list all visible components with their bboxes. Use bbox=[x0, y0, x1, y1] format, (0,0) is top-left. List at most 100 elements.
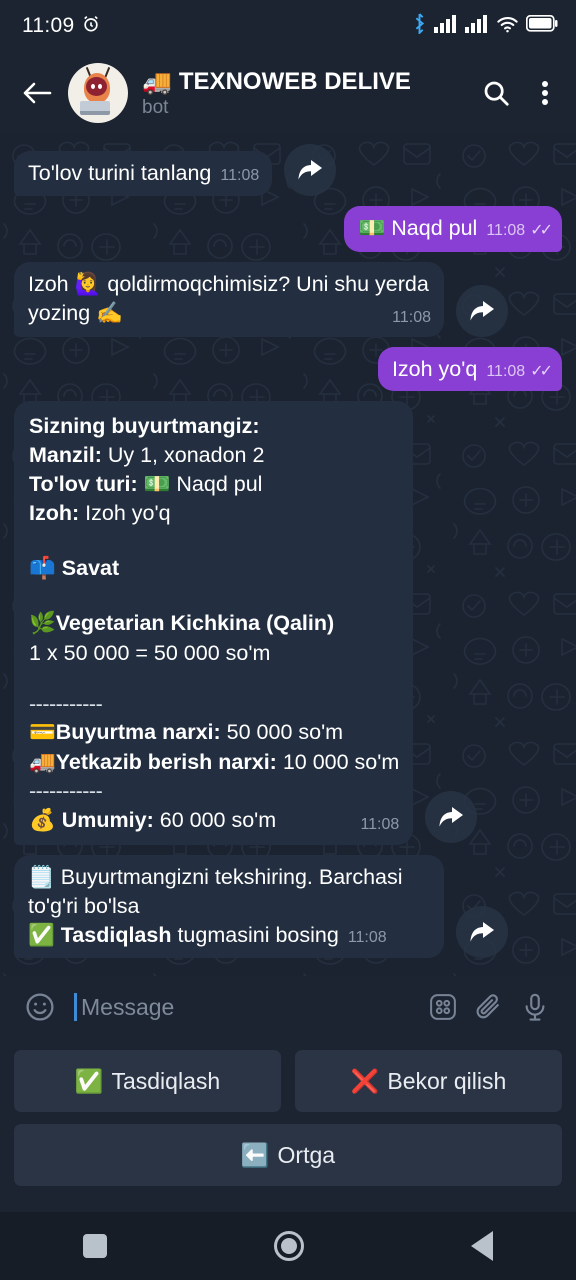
message-meta: 11:08 bbox=[360, 814, 399, 835]
message-bubble-outgoing[interactable]: 💵 Naqd pul 11:08 ✓✓ bbox=[344, 206, 562, 252]
reply-keyboard: ✅ Tasdiqlash ❌ Bekor qilish ⬅️ Ortga bbox=[0, 1038, 576, 1212]
order-total-line: 💰 Umumiy: 60 000 so'm 11:08 bbox=[29, 806, 399, 836]
item-name: Vegetarian Kichkina (Qalin) bbox=[55, 611, 335, 636]
reply-keyboard-row: ✅ Tasdiqlash ❌ Bekor qilish bbox=[14, 1050, 562, 1112]
search-button[interactable] bbox=[476, 73, 516, 113]
message-time: 11:08 bbox=[392, 309, 431, 327]
message-input-placeholder: Message bbox=[81, 993, 175, 1020]
delivery-price-line: 🚚Yetkazib berish narxi: 10 000 so'm bbox=[29, 748, 399, 778]
delivery-price-label: Yetkazib berish narxi: bbox=[55, 749, 277, 774]
message-text: To'lov turini tanlang bbox=[28, 161, 212, 186]
chat-header: 🚚 TEXNOWEB DELIVE bot bbox=[0, 52, 576, 134]
notepad-icon: 🗒️ bbox=[28, 864, 55, 890]
cross-mark-icon: ❌ bbox=[350, 1068, 380, 1095]
battery-icon bbox=[525, 14, 558, 37]
back-triangle-icon[interactable] bbox=[470, 1231, 493, 1261]
status-bar-left: 11:09 bbox=[22, 14, 101, 39]
message-time: 11:08 bbox=[360, 815, 400, 833]
message-text: Naqd pul bbox=[391, 216, 478, 240]
back-button[interactable] bbox=[20, 76, 54, 110]
message-bubble-incoming[interactable]: Izoh 🙋‍♀️ qoldirmoqchimisiz? Uni shu yer… bbox=[14, 261, 444, 337]
header-text-block[interactable]: 🚚 TEXNOWEB DELIVE bot bbox=[142, 68, 462, 119]
message-meta: 11:08 bbox=[220, 165, 259, 186]
avatar[interactable] bbox=[68, 63, 128, 123]
back-button[interactable]: ⬅️ Ortga bbox=[14, 1124, 562, 1186]
page-title: 🚚 TEXNOWEB DELIVE bbox=[142, 68, 462, 96]
message-time: 11:08 bbox=[347, 928, 387, 946]
message-time: 11:08 bbox=[486, 222, 526, 239]
search-input[interactable]: Message bbox=[60, 993, 420, 1021]
status-bar-right bbox=[412, 13, 558, 39]
message-meta: 11:08 bbox=[392, 307, 431, 328]
item-name-line: 🌿Vegetarian Kichkina (Qalin) bbox=[29, 609, 399, 639]
confirm-button[interactable]: ✅ Tasdiqlash bbox=[14, 1050, 281, 1112]
message-bubble-incoming[interactable]: 🗒️ Buyurtmangizni tekshiring. Barchasi t… bbox=[14, 854, 444, 959]
message-text-part1: Izoh bbox=[28, 271, 75, 296]
cart-line: 📫 Savat bbox=[29, 554, 399, 584]
chat-title-text: TEXNOWEB DELIVE bbox=[178, 67, 411, 95]
forward-button[interactable] bbox=[456, 906, 508, 959]
forward-button[interactable] bbox=[425, 790, 478, 843]
message-composer: Message bbox=[0, 976, 576, 1038]
writing-hand-icon: ✍️ bbox=[96, 301, 123, 327]
left-arrow-icon: ⬅️ bbox=[240, 1142, 270, 1169]
order-price-value: 50 000 so'm bbox=[226, 720, 344, 745]
order-payment-label: To'lov turi: bbox=[29, 471, 138, 496]
text-caret bbox=[74, 993, 77, 1021]
android-nav-bar bbox=[0, 1212, 576, 1280]
forward-button[interactable] bbox=[284, 144, 337, 196]
message-bubble-outgoing[interactable]: Izoh yo'q 11:08 ✓✓ bbox=[377, 346, 562, 392]
money-icon: 💵 bbox=[143, 471, 171, 497]
message-row: Izoh 🙋‍♀️ qoldirmoqchimisiz? Uni shu yer… bbox=[0, 261, 576, 337]
message-time: 11:08 bbox=[486, 362, 526, 380]
recents-square-icon[interactable] bbox=[83, 1234, 108, 1258]
microphone-icon[interactable] bbox=[512, 984, 558, 1030]
credit-card-icon: 💳 bbox=[29, 720, 56, 746]
cancel-button[interactable]: ❌ Bekor qilish bbox=[295, 1050, 562, 1112]
check-mark-icon: ✅ bbox=[28, 922, 55, 948]
order-price-line: 💳Buyurtma narxi: 50 000 so'm bbox=[29, 718, 399, 748]
message-row: 💵 Naqd pul 11:08 ✓✓ bbox=[0, 206, 576, 252]
emoji-smiley-icon[interactable] bbox=[20, 987, 60, 1027]
herb-icon: 🌿 bbox=[29, 611, 56, 637]
order-total-value: 60 000 so'm bbox=[159, 807, 277, 832]
reply-keyboard-row: ⬅️ Ortga bbox=[14, 1124, 562, 1186]
forward-button[interactable] bbox=[456, 284, 508, 337]
order-note-value: Izoh yo'q bbox=[85, 501, 171, 526]
order-address-label: Manzil: bbox=[29, 442, 102, 467]
message-row: Izoh yo'q 11:08 ✓✓ bbox=[0, 346, 576, 392]
home-circle-icon[interactable] bbox=[273, 1231, 304, 1261]
message-meta: 11:08 bbox=[348, 927, 387, 948]
check-line1: Buyurtmangizni tekshiring. Barchasi to'g… bbox=[28, 864, 403, 919]
kebab-menu-button[interactable] bbox=[530, 73, 560, 113]
order-summary-bubble[interactable]: Sizning buyurtmangiz: Manzil: Uy 1, xona… bbox=[14, 401, 414, 845]
order-total-label: Umumiy: bbox=[61, 807, 154, 832]
chat-subtitle: bot bbox=[142, 96, 169, 118]
order-divider-1: ----------- bbox=[29, 691, 103, 716]
wifi-icon bbox=[496, 15, 519, 38]
order-heading: Sizning buyurtmangiz: bbox=[29, 414, 260, 439]
signal-2-icon bbox=[465, 14, 489, 38]
message-list[interactable]: To'lov turini tanlang 11:08 💵 Naqd pul 11:… bbox=[0, 134, 576, 976]
message-time: 11:08 bbox=[220, 167, 260, 185]
order-note-line: Izoh: Izoh yo'q bbox=[29, 499, 399, 528]
paperclip-icon[interactable] bbox=[466, 984, 512, 1030]
message-bubble-incoming[interactable]: To'lov turini tanlang 11:08 bbox=[14, 151, 273, 196]
order-divider-2: ----------- bbox=[29, 779, 103, 804]
confirm-word: Tasdiqlash bbox=[60, 922, 172, 947]
mailbox-icon: 📫 bbox=[29, 555, 56, 581]
truck-icon: 🚚 bbox=[29, 749, 56, 775]
cancel-button-label: Bekor qilish bbox=[387, 1067, 507, 1094]
message-meta: 11:08 ✓✓ bbox=[486, 361, 553, 382]
bot-commands-grid-icon[interactable] bbox=[420, 984, 466, 1030]
delivery-price-value: 10 000 so'm bbox=[282, 749, 400, 774]
signal-1-icon bbox=[434, 14, 458, 38]
bluetooth-icon bbox=[412, 13, 427, 39]
telegram-chat-screen: 11:09 🚚 TEXNOWEB DELIVE bot To'lov turin… bbox=[0, 0, 576, 1280]
order-summary-row: Sizning buyurtmangiz: Manzil: Uy 1, xona… bbox=[0, 401, 576, 845]
check-line2-rest: tugmasini bosing bbox=[171, 922, 339, 947]
item-qty-line: 1 x 50 000 = 50 000 so'm bbox=[29, 640, 271, 665]
alarm-icon bbox=[81, 14, 101, 39]
order-note-label: Izoh: bbox=[29, 501, 80, 526]
money-icon: 💵 bbox=[358, 216, 386, 241]
